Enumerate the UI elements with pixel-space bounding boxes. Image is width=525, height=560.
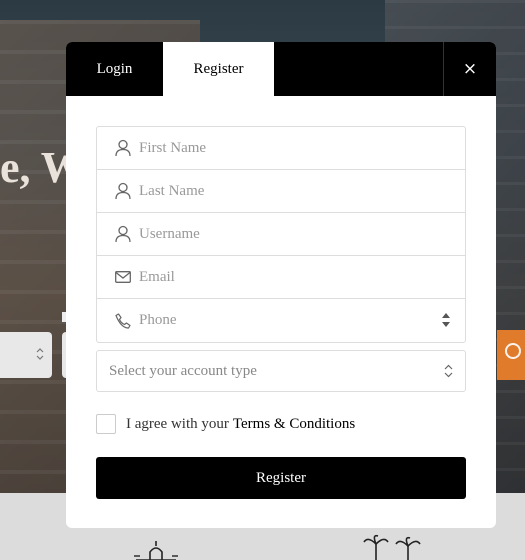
tab-register[interactable]: Register — [163, 42, 274, 96]
phone-input[interactable] — [139, 299, 465, 342]
register-button[interactable]: Register — [96, 457, 466, 499]
close-button[interactable]: × — [443, 42, 496, 96]
account-type-value: Select your account type — [109, 362, 257, 379]
agree-row: I agree with your Terms & Conditions — [96, 414, 355, 434]
modal-header: Login Register × — [66, 42, 496, 96]
register-fields — [96, 126, 466, 343]
first-name-input[interactable] — [139, 127, 465, 169]
first-name-field — [97, 127, 465, 170]
select-arrows-icon — [36, 347, 44, 364]
envelope-icon — [97, 271, 139, 283]
palm-trees-icon — [363, 534, 421, 560]
mosque-icon — [134, 541, 178, 560]
background-select[interactable] — [0, 332, 52, 378]
spinner-arrows-icon — [442, 313, 450, 327]
terms-link[interactable]: Terms & Conditions — [233, 416, 355, 433]
search-icon — [505, 343, 521, 359]
username-input[interactable] — [139, 213, 465, 255]
username-field — [97, 213, 465, 256]
user-icon — [97, 182, 139, 200]
account-type-select[interactable]: Select your account type — [96, 350, 466, 392]
user-icon — [97, 225, 139, 243]
phone-icon — [97, 312, 139, 329]
tab-login[interactable]: Login — [66, 42, 163, 96]
register-modal: Login Register × First Name Last Name Us… — [66, 42, 496, 528]
last-name-field — [97, 170, 465, 213]
phone-field — [97, 299, 465, 342]
select-arrows-icon — [444, 364, 453, 383]
last-name-input[interactable] — [139, 170, 465, 212]
agree-text: I agree with your — [126, 415, 229, 432]
email-input[interactable] — [139, 256, 465, 298]
number-spinner[interactable] — [441, 311, 451, 329]
email-field — [97, 256, 465, 299]
agree-checkbox[interactable] — [96, 414, 116, 434]
user-icon — [97, 139, 139, 157]
